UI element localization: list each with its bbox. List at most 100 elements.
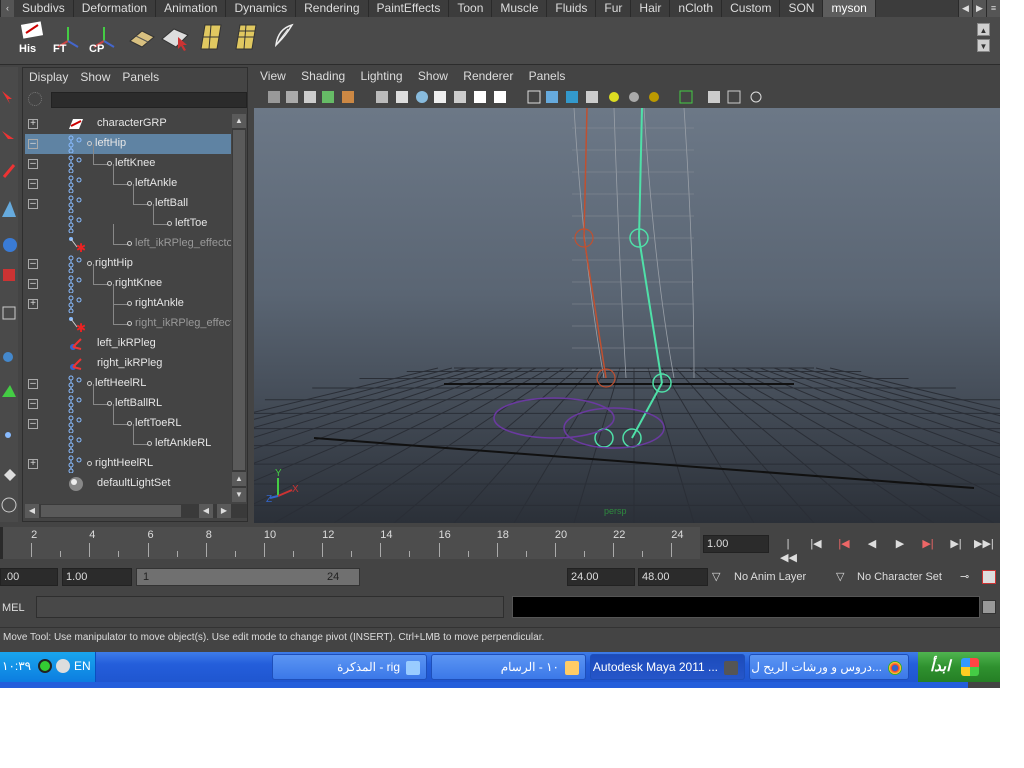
- outliner-item[interactable]: ✱ right_ikRPleg_effector: [25, 304, 231, 334]
- shelf-tabs-next-icon[interactable]: ▶: [972, 0, 986, 17]
- play-forwards-icon[interactable]: ▶: [892, 537, 908, 551]
- task-chrome[interactable]: دروس و ورشات الريح ل...: [749, 654, 909, 680]
- scroll-thumb[interactable]: [41, 505, 181, 517]
- scroll-down-icon[interactable]: ▼: [232, 488, 246, 502]
- task-notepad[interactable]: المذكرة - rig: [272, 654, 427, 680]
- range-bar[interactable]: 1 24: [136, 568, 360, 586]
- scroll-thumb[interactable]: [233, 130, 245, 470]
- outliner-item[interactable]: – leftBall: [25, 184, 231, 214]
- scroll-left-icon[interactable]: ◀: [25, 504, 39, 518]
- current-frame-field[interactable]: 1.00: [703, 535, 769, 553]
- freeze-transform-button[interactable]: FT: [52, 21, 84, 55]
- shelf-tab-dynamics[interactable]: Dynamics: [226, 0, 297, 17]
- shelf-tabs-menu-icon[interactable]: ≡: [986, 0, 1000, 17]
- anim-layer-dropdown-icon[interactable]: ▽: [712, 568, 726, 586]
- outliner-menu-show[interactable]: Show: [74, 68, 116, 88]
- character-set-label[interactable]: No Character Set: [857, 568, 942, 586]
- collapse-icon[interactable]: –: [28, 279, 38, 289]
- playback-end-field[interactable]: 24.00: [567, 568, 635, 586]
- collapse-icon[interactable]: –: [28, 139, 38, 149]
- shelf-tab-painteffects[interactable]: PaintEffects: [369, 0, 450, 17]
- viewport-menu-renderer[interactable]: Renderer: [457, 67, 519, 86]
- collapse-icon[interactable]: –: [28, 259, 38, 269]
- shelf-tab-subdivs[interactable]: Subdivs: [14, 0, 74, 17]
- outliner-vertical-scrollbar[interactable]: ▲ ▲ ▼: [232, 114, 246, 502]
- shelf-tab-animation[interactable]: Animation: [156, 0, 227, 17]
- outliner-menu-display[interactable]: Display: [23, 68, 74, 88]
- outliner-item[interactable]: defaultLightSet: [25, 474, 231, 494]
- key-icon[interactable]: ⊸: [960, 568, 976, 586]
- playback-start-field[interactable]: 1.00: [62, 568, 132, 586]
- shelf-tab-hair[interactable]: Hair: [631, 0, 671, 17]
- outliner-item[interactable]: right_ikRPleg: [25, 354, 231, 374]
- outliner-item[interactable]: ✱ left_ikRPleg_effector: [25, 224, 231, 254]
- scroll-left-icon[interactable]: ◀: [199, 504, 213, 518]
- mel-input[interactable]: [36, 596, 504, 618]
- plane-tool-button[interactable]: [126, 21, 158, 53]
- shelf-tab-rendering[interactable]: Rendering: [296, 0, 369, 17]
- outliner-item[interactable]: + rightAnkle: [25, 284, 231, 314]
- step-forward-key-icon[interactable]: ▶|: [920, 537, 936, 551]
- script-editor-icon[interactable]: [982, 600, 996, 614]
- shelf-tab-deformation[interactable]: Deformation: [74, 0, 157, 17]
- go-to-end-icon[interactable]: ▶▶|: [974, 537, 994, 551]
- viewport-menu-panels[interactable]: Panels: [523, 67, 572, 86]
- language-icon[interactable]: [56, 659, 70, 673]
- step-forward-frame-icon[interactable]: ▶|: [948, 537, 964, 551]
- outliner-item[interactable]: – leftBallRL: [25, 384, 231, 414]
- center-pivot-button[interactable]: CP: [88, 21, 120, 55]
- mesh-plane-button[interactable]: [230, 21, 262, 53]
- collapse-icon[interactable]: –: [28, 399, 38, 409]
- task-paint[interactable]: ١٠ - الرسام: [431, 654, 586, 680]
- history-button[interactable]: His: [18, 21, 50, 55]
- clock[interactable]: ١٠:٣٩: [2, 659, 31, 673]
- viewport-menu-show[interactable]: Show: [412, 67, 454, 86]
- collapse-icon[interactable]: –: [28, 179, 38, 189]
- outliner-item[interactable]: – leftKnee: [25, 144, 231, 174]
- outliner-item[interactable]: – leftToeRL: [25, 404, 231, 434]
- collapse-icon[interactable]: –: [28, 419, 38, 429]
- outliner-horizontal-scrollbar[interactable]: ◀ ◀ ▶: [25, 504, 247, 518]
- step-back-frame-icon[interactable]: |◀: [808, 537, 824, 551]
- outliner-item[interactable]: left_ikRPleg: [25, 334, 231, 354]
- select-plane-button[interactable]: [160, 21, 192, 53]
- viewport-menu-shading[interactable]: Shading: [295, 67, 351, 86]
- shelf-tab-ncloth[interactable]: nCloth: [670, 0, 723, 17]
- search-icon[interactable]: [28, 92, 42, 106]
- start-time-field[interactable]: .00: [0, 568, 58, 586]
- outliner-item[interactable]: + characterGRP: [25, 114, 231, 134]
- shelf-scroll-down-icon[interactable]: ▼: [977, 39, 990, 52]
- shelf-tab-muscle[interactable]: Muscle: [492, 0, 548, 17]
- collapse-icon[interactable]: –: [28, 199, 38, 209]
- scroll-up-icon[interactable]: ▲: [232, 472, 246, 486]
- grid-plane-button[interactable]: [195, 21, 227, 53]
- collapse-icon[interactable]: –: [28, 159, 38, 169]
- mel-label[interactable]: MEL: [2, 602, 25, 614]
- scroll-up-icon[interactable]: ▲: [232, 114, 246, 128]
- shelf-tab-son[interactable]: SON: [780, 0, 824, 17]
- shelf-tab-fur[interactable]: Fur: [596, 0, 632, 17]
- animation-preferences-icon[interactable]: [982, 570, 996, 584]
- viewport-toolbar-icons[interactable]: [254, 87, 1000, 107]
- step-back-key-icon[interactable]: |◀: [836, 537, 852, 551]
- shelf-tab-custom[interactable]: Custom: [722, 0, 781, 17]
- outliner-menu-panels[interactable]: Panels: [116, 68, 165, 88]
- outliner-item[interactable]: – leftHeelRL: [25, 374, 231, 394]
- anim-layer-label[interactable]: No Anim Layer: [734, 568, 806, 586]
- shelf-tabs-left-icon[interactable]: ‹: [0, 0, 14, 17]
- shelf-scroll-up-icon[interactable]: ▲: [977, 23, 990, 36]
- outliner-item[interactable]: leftAnkleRL: [25, 424, 231, 454]
- feather-button[interactable]: [268, 21, 300, 53]
- end-time-field[interactable]: 48.00: [638, 568, 708, 586]
- perspective-viewport[interactable]: Y X Z persp: [254, 108, 1000, 523]
- outliner-item[interactable]: – leftAnkle: [25, 164, 231, 194]
- outliner-search-input[interactable]: [51, 92, 247, 108]
- scroll-right-icon[interactable]: ▶: [217, 504, 231, 518]
- current-time-marker[interactable]: [0, 527, 3, 559]
- shelf-tab-fluids[interactable]: Fluids: [547, 0, 597, 17]
- shelf-tab-toon[interactable]: Toon: [449, 0, 493, 17]
- outliner-item[interactable]: – rightHip: [25, 254, 231, 274]
- viewport-menu-view[interactable]: View: [254, 67, 292, 86]
- language-indicator[interactable]: EN: [74, 659, 91, 673]
- character-set-dropdown-icon[interactable]: ▽: [836, 568, 850, 586]
